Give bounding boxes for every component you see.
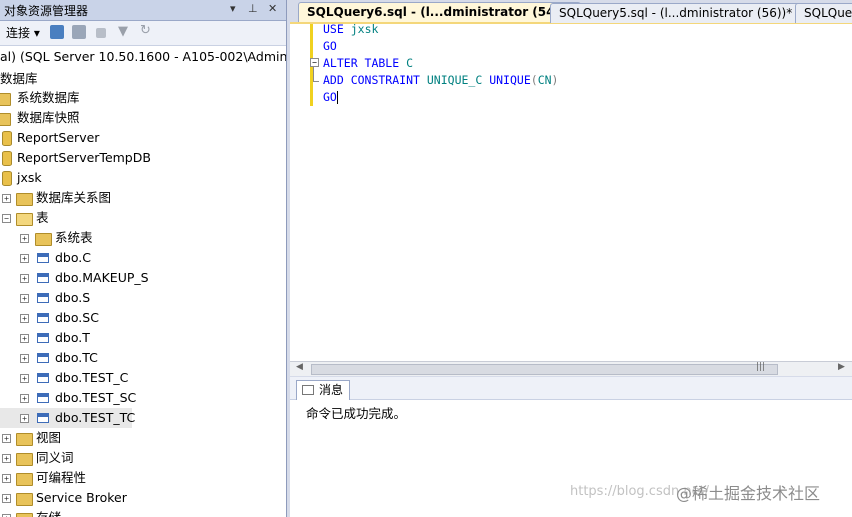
editor-horizontal-scrollbar[interactable]: ◀ ||| ▶ bbox=[290, 361, 852, 376]
object-explorer-panel: 对象资源管理器 ▾ ⊥ ✕ 连接 ▾ ▼ ↻ al) (SQL Server 1… bbox=[0, 0, 287, 517]
expand-icon[interactable]: + bbox=[20, 334, 29, 343]
expand-icon[interactable]: + bbox=[20, 294, 29, 303]
code-line-2: GO bbox=[323, 39, 337, 53]
folder-icon bbox=[0, 93, 11, 106]
folder-icon bbox=[0, 113, 11, 126]
expand-icon[interactable]: + bbox=[20, 414, 29, 423]
table-icon bbox=[37, 253, 49, 263]
tab-sqlquery5[interactable]: SQLQuery5.sql - (l...dministrator (56))* bbox=[550, 3, 802, 23]
database-icon bbox=[2, 151, 12, 166]
stop-icon[interactable] bbox=[96, 28, 106, 38]
connect-object-icon[interactable] bbox=[50, 25, 64, 39]
expand-icon[interactable]: + bbox=[20, 394, 29, 403]
database-icon bbox=[2, 131, 12, 146]
result-message: 命令已成功完成。 bbox=[306, 406, 407, 421]
expand-icon[interactable]: + bbox=[20, 354, 29, 363]
code-line-5: GO bbox=[323, 90, 338, 104]
folder-icon bbox=[16, 433, 33, 446]
table-icon bbox=[37, 413, 49, 423]
object-explorer-toolbar: 连接 ▾ ▼ ↻ bbox=[0, 21, 286, 46]
table-icon bbox=[37, 313, 49, 323]
folder-icon bbox=[16, 473, 33, 486]
filter-icon[interactable]: ▼ bbox=[118, 24, 128, 39]
outline-line bbox=[313, 67, 314, 81]
tab-sqlquery-other[interactable]: SQLQue bbox=[795, 3, 852, 23]
expand-icon[interactable]: + bbox=[20, 374, 29, 383]
server-node[interactable]: al) (SQL Server 10.50.1600 - A105-002\Ad… bbox=[0, 49, 286, 67]
tab-sqlquery6[interactable]: SQLQuery6.sql - (l...dministrator (54))* bbox=[298, 2, 581, 22]
expand-icon[interactable]: + bbox=[2, 494, 11, 503]
object-explorer-titlebar: 对象资源管理器 ▾ ⊥ ✕ bbox=[0, 0, 286, 21]
expand-icon[interactable]: + bbox=[20, 254, 29, 263]
expand-icon[interactable]: + bbox=[2, 434, 11, 443]
tab-messages[interactable]: 消息 bbox=[296, 380, 351, 400]
expand-icon[interactable]: + bbox=[2, 454, 11, 463]
results-tabbar bbox=[290, 377, 852, 400]
tree-node-table-selected[interactable]: + dbo.TEST_TC bbox=[0, 408, 135, 428]
table-icon bbox=[37, 333, 49, 343]
text-cursor bbox=[336, 91, 338, 104]
watermark-brand: @稀土掘金技术社区 bbox=[676, 484, 821, 503]
table-icon bbox=[37, 273, 49, 283]
disconnect-icon[interactable] bbox=[72, 25, 86, 39]
outline-collapse-icon[interactable]: − bbox=[310, 58, 319, 67]
expand-icon[interactable]: + bbox=[2, 474, 11, 483]
table-icon bbox=[37, 353, 49, 363]
object-explorer-title: 对象资源管理器 bbox=[4, 4, 89, 18]
expand-icon[interactable]: + bbox=[20, 234, 29, 243]
collapse-icon[interactable]: − bbox=[2, 214, 11, 223]
expand-icon[interactable]: + bbox=[2, 194, 11, 203]
scroll-left-icon[interactable]: ◀ bbox=[296, 362, 303, 372]
pin-icon[interactable]: ⊥ bbox=[248, 2, 258, 15]
connect-button[interactable]: 连接 ▾ bbox=[6, 24, 40, 41]
refresh-icon[interactable]: ↻ bbox=[140, 23, 151, 38]
folder-open-icon bbox=[16, 213, 33, 226]
outline-end bbox=[313, 81, 319, 82]
folder-icon bbox=[16, 193, 33, 206]
close-icon[interactable]: ✕ bbox=[268, 2, 277, 15]
code-line-1: USE jxsk bbox=[323, 22, 379, 36]
code-line-4: ADD CONSTRAINT UNIQUE_C UNIQUE(CN) bbox=[323, 73, 559, 87]
table-icon bbox=[37, 393, 49, 403]
table-icon bbox=[37, 373, 49, 383]
messages-icon bbox=[302, 385, 314, 395]
scroll-right-icon[interactable]: ▶ bbox=[838, 362, 845, 372]
grip-icon: ||| bbox=[756, 362, 766, 372]
database-icon bbox=[2, 171, 12, 186]
dropdown-icon[interactable]: ▾ bbox=[230, 2, 236, 15]
table-icon bbox=[37, 293, 49, 303]
scrollbar-thumb[interactable] bbox=[311, 364, 778, 375]
expand-icon[interactable]: + bbox=[20, 314, 29, 323]
expand-icon[interactable]: + bbox=[20, 274, 29, 283]
folder-icon bbox=[16, 493, 33, 506]
code-line-3: ALTER TABLE C bbox=[323, 56, 414, 70]
folder-icon bbox=[16, 453, 33, 466]
folder-icon bbox=[16, 513, 33, 517]
folder-icon bbox=[35, 233, 52, 246]
